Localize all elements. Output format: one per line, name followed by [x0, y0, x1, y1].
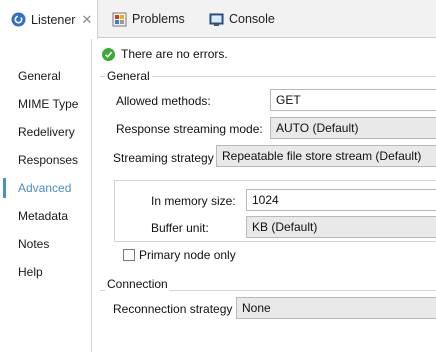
validation-status: There are no errors. [102, 45, 228, 63]
tab-console-label: Console [229, 12, 275, 26]
tab-listener-label: Listener [31, 12, 76, 27]
section-nav: General MIME Type Redelivery Responses A… [0, 39, 92, 352]
allowed-methods-field[interactable]: GET [270, 89, 436, 111]
tab-problems[interactable]: Problems [111, 0, 185, 38]
close-icon[interactable]: ✕ [81, 12, 92, 28]
nav-item-help[interactable]: Help [0, 260, 91, 284]
problems-icon [111, 11, 127, 27]
primary-node-label: Primary node only [139, 248, 236, 262]
in-memory-size-label: In memory size: [151, 194, 236, 208]
editor-tab-bar: Listener ✕ Problems Console [0, 0, 436, 39]
reconnection-strategy-select[interactable]: None [236, 297, 436, 319]
nav-item-notes[interactable]: Notes [0, 232, 91, 256]
nav-item-redelivery[interactable]: Redelivery [0, 120, 91, 144]
check-circle-icon [102, 47, 115, 61]
allowed-methods-label: Allowed methods: [116, 94, 211, 108]
connection-group-title: Connection [105, 277, 170, 291]
reconnection-strategy-label: Reconnection strategy [113, 302, 233, 316]
response-streaming-select[interactable]: AUTO (Default) [270, 117, 436, 139]
buffer-unit-label: Buffer unit: [151, 221, 209, 235]
status-text: There are no errors. [121, 47, 228, 61]
streaming-strategy-select[interactable]: Repeatable file store stream (Default) [216, 145, 436, 167]
in-memory-size-field[interactable]: 1024 [246, 189, 436, 211]
nav-item-metadata[interactable]: Metadata [0, 204, 91, 228]
buffer-unit-select[interactable]: KB (Default) [246, 216, 436, 238]
nav-item-responses[interactable]: Responses [0, 148, 91, 172]
tab-problems-label: Problems [132, 12, 185, 26]
response-streaming-label: Response streaming mode: [116, 122, 263, 136]
nav-item-advanced[interactable]: Advanced [0, 176, 91, 200]
tab-console[interactable]: Console [208, 0, 275, 38]
listener-icon [10, 12, 26, 28]
streaming-strategy-label: Streaming strategy [113, 151, 214, 165]
nav-item-general[interactable]: General [0, 64, 91, 88]
tab-listener[interactable]: Listener ✕ [0, 0, 98, 39]
nav-item-mime-type[interactable]: MIME Type [0, 92, 91, 116]
general-group-title: General [105, 69, 152, 83]
console-icon [208, 11, 224, 27]
primary-node-checkbox[interactable] [123, 249, 135, 261]
